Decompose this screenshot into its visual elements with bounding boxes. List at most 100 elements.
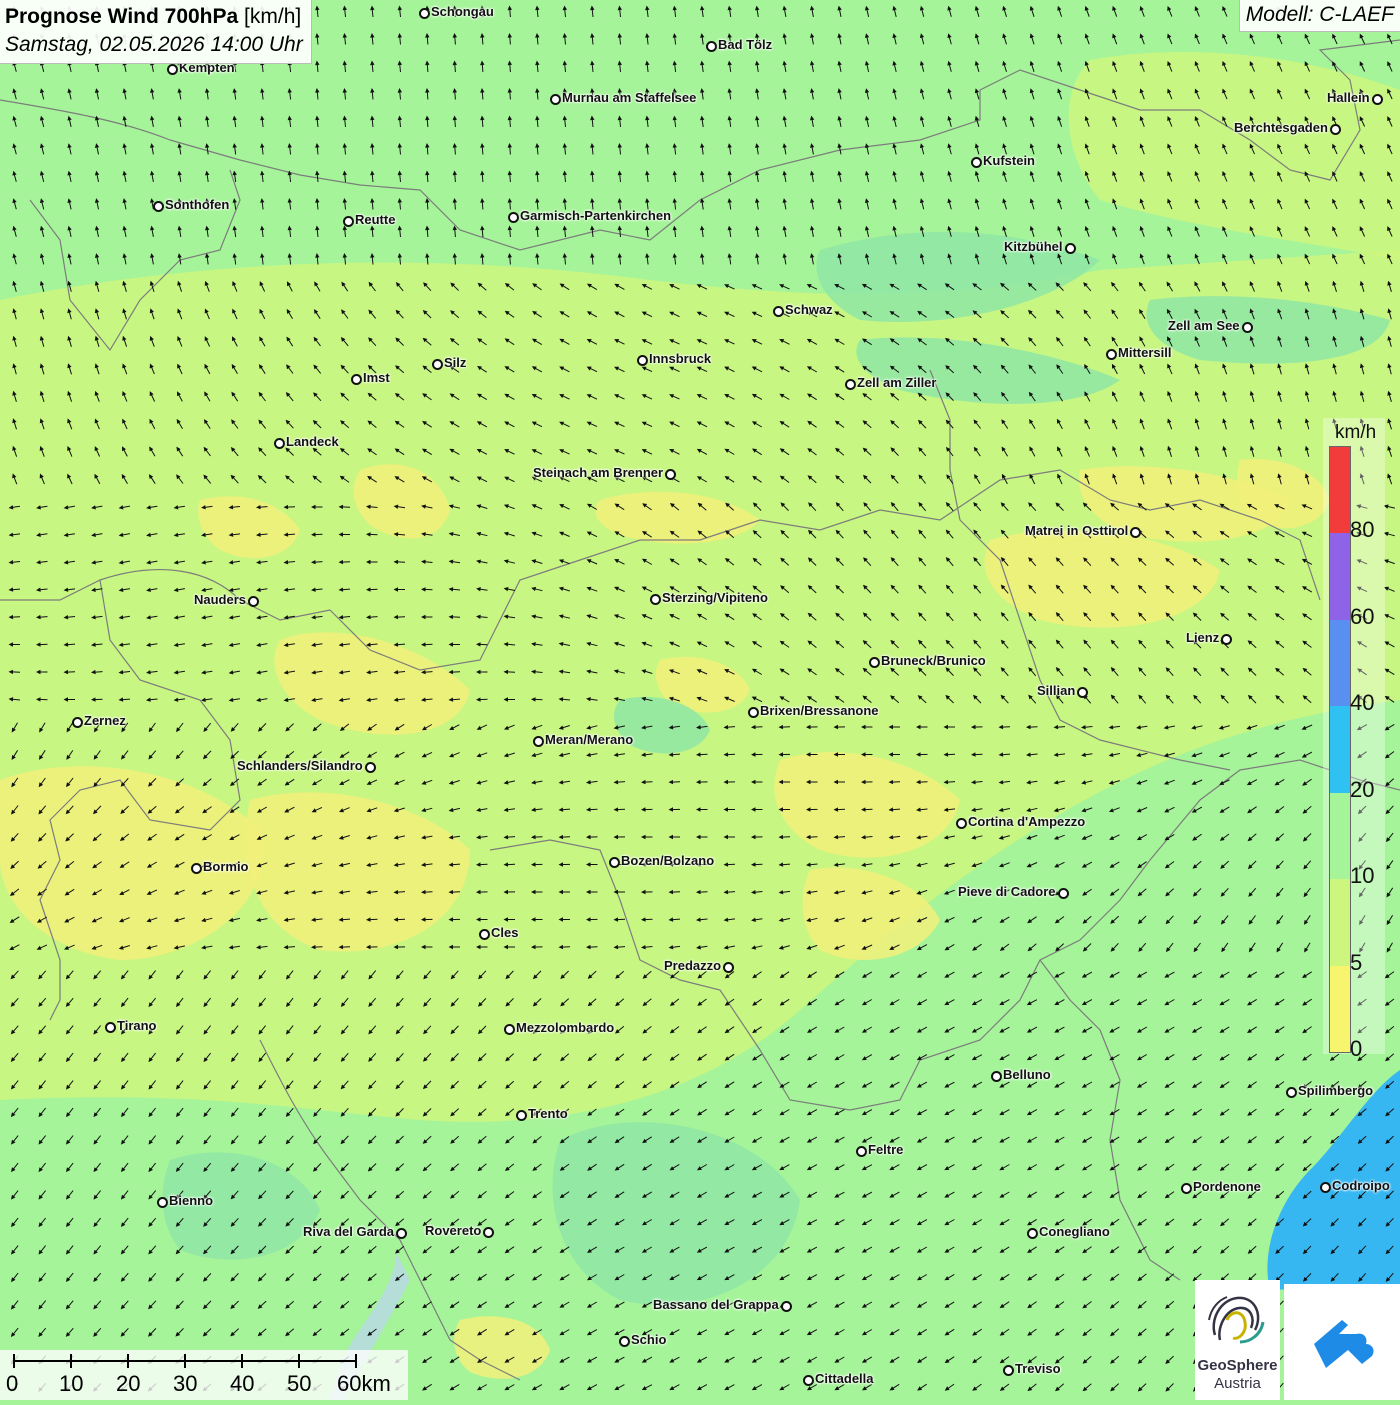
city-marker-icon[interactable] — [516, 1110, 527, 1121]
city-marker-icon[interactable] — [971, 157, 982, 168]
city-marker-icon[interactable] — [845, 379, 856, 390]
city-label: Berchtesgaden — [1234, 120, 1328, 135]
city-marker-icon[interactable] — [351, 374, 362, 385]
city-marker-icon[interactable] — [781, 1301, 792, 1312]
city-marker-icon[interactable] — [479, 929, 490, 940]
legend-color-bar — [1329, 446, 1351, 1053]
city-label: Meran/Merano — [545, 732, 633, 747]
city-marker-icon[interactable] — [105, 1022, 116, 1033]
city-marker-icon[interactable] — [1286, 1087, 1297, 1098]
scale-tick — [241, 1354, 243, 1368]
city-marker-icon[interactable] — [1130, 527, 1141, 538]
city-marker-icon[interactable] — [191, 863, 202, 874]
city-marker-icon[interactable] — [869, 657, 880, 668]
city-label: Bassano del Grappa — [653, 1297, 779, 1312]
city-label: Innsbruck — [649, 351, 711, 366]
city-marker-icon[interactable] — [1058, 888, 1069, 899]
legend-color-step — [1330, 447, 1350, 534]
geosphere-logo[interactable]: GeoSphere Austria — [1195, 1280, 1280, 1400]
city-label: Matrei in Osttirol — [1025, 523, 1128, 538]
city-label: Cles — [491, 925, 518, 940]
scale-tick — [184, 1354, 186, 1368]
city-label: Zell am Ziller — [857, 375, 936, 390]
legend-color-step — [1330, 533, 1350, 620]
city-marker-icon[interactable] — [650, 594, 661, 605]
city-label: Sillian — [1037, 683, 1075, 698]
scale-label: 40 — [230, 1371, 254, 1397]
city-marker-icon[interactable] — [1221, 634, 1232, 645]
scale-bar: 0102030405060km — [0, 1350, 408, 1400]
legend-color-step — [1330, 620, 1350, 707]
city-marker-icon[interactable] — [533, 736, 544, 747]
wind-arrow-cloud-icon — [1284, 1284, 1400, 1400]
city-marker-icon[interactable] — [1181, 1183, 1192, 1194]
city-marker-icon[interactable] — [1242, 322, 1253, 333]
city-marker-icon[interactable] — [1065, 243, 1076, 254]
city-marker-icon[interactable] — [609, 857, 620, 868]
legend-tick-label: 0 — [1350, 1036, 1362, 1062]
city-marker-icon[interactable] — [248, 596, 259, 607]
legend-color-step — [1330, 879, 1350, 966]
city-marker-icon[interactable] — [396, 1228, 407, 1239]
scale-label: 10 — [59, 1371, 83, 1397]
city-label: Kitzbühel — [1004, 239, 1063, 254]
city-label: Schlanders/Silandro — [237, 758, 363, 773]
city-marker-icon[interactable] — [619, 1336, 630, 1347]
city-marker-icon[interactable] — [1077, 687, 1088, 698]
city-marker-icon[interactable] — [153, 201, 164, 212]
city-marker-icon[interactable] — [1330, 124, 1341, 135]
city-marker-icon[interactable] — [1106, 349, 1117, 360]
geosphere-emblem-icon — [1195, 1280, 1280, 1355]
scale-label: 20 — [116, 1371, 140, 1397]
city-label: Murnau am Staffelsee — [562, 90, 696, 105]
city-label: Riva del Garda — [303, 1224, 394, 1239]
legend-tick-label: 10 — [1350, 863, 1374, 889]
city-marker-icon[interactable] — [508, 212, 519, 223]
city-marker-icon[interactable] — [1372, 94, 1383, 105]
city-label: Zell am See — [1168, 318, 1240, 333]
city-marker-icon[interactable] — [72, 717, 83, 728]
city-marker-icon[interactable] — [365, 762, 376, 773]
city-marker-icon[interactable] — [1320, 1182, 1331, 1193]
city-marker-icon[interactable] — [991, 1071, 1002, 1082]
city-marker-icon[interactable] — [504, 1024, 515, 1035]
city-marker-icon[interactable] — [167, 64, 178, 75]
city-marker-icon[interactable] — [803, 1375, 814, 1386]
city-label: Garmisch-Partenkirchen — [520, 208, 671, 223]
city-marker-icon[interactable] — [432, 359, 443, 370]
city-marker-icon[interactable] — [274, 438, 285, 449]
city-marker-icon[interactable] — [419, 8, 430, 19]
legend-color-step — [1330, 966, 1350, 1053]
legend-tick-label: 5 — [1350, 950, 1362, 976]
city-marker-icon[interactable] — [773, 306, 784, 317]
legend-tick-label: 40 — [1350, 690, 1374, 716]
city-marker-icon[interactable] — [856, 1146, 867, 1157]
city-label: Pieve di Cadore — [958, 884, 1056, 899]
legend-tick-label: 80 — [1350, 517, 1374, 543]
city-label: Conegliano — [1039, 1224, 1110, 1239]
city-marker-icon[interactable] — [1003, 1365, 1014, 1376]
legend-tick-label: 20 — [1350, 777, 1374, 803]
city-marker-icon[interactable] — [550, 94, 561, 105]
city-label: Schio — [631, 1332, 666, 1347]
city-marker-icon[interactable] — [706, 41, 717, 52]
city-label: Nauders — [194, 592, 246, 607]
city-label: Bozen/Bolzano — [621, 853, 714, 868]
city-marker-icon[interactable] — [1027, 1228, 1038, 1239]
city-label: Steinach am Brenner — [533, 465, 663, 480]
city-marker-icon[interactable] — [665, 469, 676, 480]
city-label: Bad Tölz — [718, 37, 772, 52]
city-marker-icon[interactable] — [343, 216, 354, 227]
city-marker-icon[interactable] — [723, 962, 734, 973]
geosphere-country: Austria — [1195, 1375, 1280, 1392]
city-marker-icon[interactable] — [637, 355, 648, 366]
city-marker-icon[interactable] — [748, 707, 759, 718]
city-marker-icon[interactable] — [483, 1227, 494, 1238]
city-label: Schongau — [431, 4, 494, 19]
app-logo[interactable] — [1284, 1284, 1400, 1400]
city-marker-icon[interactable] — [956, 818, 967, 829]
city-marker-icon[interactable] — [157, 1197, 168, 1208]
city-label: Trento — [528, 1106, 568, 1121]
city-label: Mittersill — [1118, 345, 1171, 360]
city-label: Lienz — [1186, 630, 1219, 645]
